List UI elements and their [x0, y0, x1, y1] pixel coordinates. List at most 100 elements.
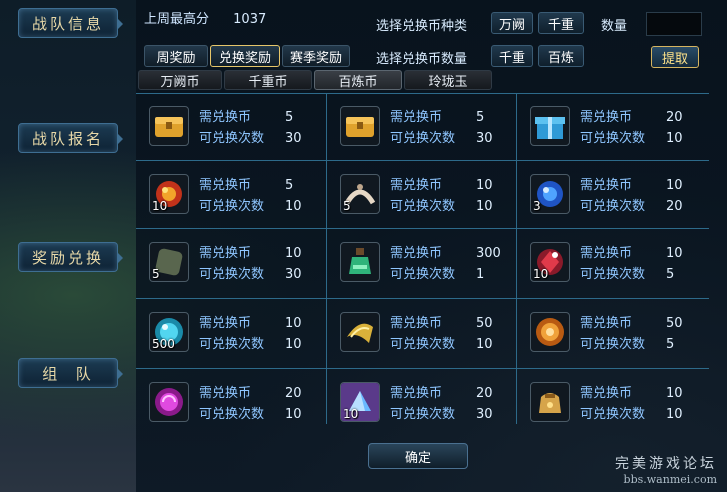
quantity-input[interactable] — [646, 12, 702, 36]
moon-rune-stone-icon[interactable]: 5 — [149, 242, 189, 282]
exchange-times-label: 可兑换次数 — [390, 407, 456, 422]
confirm-button[interactable]: 确定 — [368, 443, 468, 469]
exchange-item-cell[interactable]: 需兑换币 50 可兑换次数 10 — [327, 300, 517, 368]
purple-spirit-orb-icon[interactable] — [149, 382, 189, 422]
nav-reward-exchange-label: 奖励兑换 — [31, 248, 104, 267]
required-coins-value: 300 — [476, 246, 501, 261]
coin-tab-linglong[interactable]: 玲珑玉 — [404, 70, 492, 90]
exchange-item-cell[interactable]: 10 需兑换币 20 可兑换次数 30 — [327, 370, 517, 438]
tab-weekly-reward[interactable]: 周奖励 — [144, 45, 208, 67]
exchange-times-value: 10 — [285, 337, 302, 352]
exchange-times-label: 可兑换次数 — [199, 267, 265, 282]
coin-type-label: 选择兑换币种类 — [376, 19, 468, 34]
required-coins-label: 需兑换币 — [199, 178, 252, 193]
exchange-times: 可兑换次数 10 — [199, 403, 302, 422]
exchange-item-cell[interactable]: 需兑换币 300 可兑换次数 1 — [327, 230, 517, 298]
nav-reward-exchange[interactable]: 奖励兑换 — [18, 242, 123, 272]
coin-count-qianzhong[interactable]: 千重 — [491, 45, 533, 67]
required-coins: 需兑换币 5 — [199, 106, 293, 125]
blue-crystal-icon[interactable]: 10 — [340, 382, 380, 422]
exchange-item-cell[interactable]: 5 需兑换币 10 可兑换次数 10 — [327, 162, 517, 230]
exchange-item-cell[interactable]: 需兑换币 20 可兑换次数 10 — [517, 94, 707, 162]
exchange-times-value: 30 — [285, 131, 302, 146]
exchange-item-cell[interactable]: 需兑换币 10 可兑换次数 10 — [517, 370, 707, 438]
required-coins-label: 需兑换币 — [580, 178, 633, 193]
coin-count-bailian[interactable]: 百炼 — [538, 45, 584, 67]
tab-exchange-reward[interactable]: 兑换奖励 — [210, 45, 280, 67]
coin-tab-qianzhong[interactable]: 千重币 — [224, 70, 312, 90]
exchange-times: 可兑换次数 10 — [199, 195, 302, 214]
red-gem-icon[interactable]: 10 — [530, 242, 570, 282]
exchange-item-grid: 需兑换币 5 可兑换次数 30 需兑换币 5 可兑换次数 30 需兑换币 20 可兑换次数 10 10 需… — [136, 93, 709, 424]
exchange-item-cell[interactable]: 10 需兑换币 5 可兑换次数 10 — [136, 162, 326, 230]
exchange-times-label: 可兑换次数 — [390, 337, 456, 352]
required-coins-value: 50 — [476, 316, 493, 331]
required-coins: 需兑换币 10 — [580, 242, 683, 261]
exchange-item-cell[interactable]: 需兑换币 50 可兑换次数 5 — [517, 300, 707, 368]
grid-divider — [136, 298, 709, 299]
fire-orb-icon[interactable]: 10 — [149, 174, 189, 214]
required-coins-label: 需兑换币 — [580, 246, 633, 261]
gold-pouch-icon[interactable] — [530, 382, 570, 422]
exchange-times-value: 10 — [476, 199, 493, 214]
required-coins: 需兑换币 300 — [390, 242, 501, 261]
required-coins: 需兑换币 10 — [580, 174, 683, 193]
nav-team-signup[interactable]: 战队报名 — [18, 123, 123, 153]
nav-team-info[interactable]: 战队信息 — [18, 8, 123, 38]
tab-season-reward[interactable]: 赛季奖励 — [282, 45, 350, 67]
exchange-item-cell[interactable]: 需兑换币 20 可兑换次数 10 — [136, 370, 326, 438]
coin-count-label: 选择兑换币数量 — [376, 52, 468, 67]
exchange-times-value: 10 — [285, 407, 302, 422]
exchange-times-label: 可兑换次数 — [580, 337, 646, 352]
exchange-item-cell[interactable]: 3 需兑换币 10 可兑换次数 20 — [517, 162, 707, 230]
quantity-label: 数量 — [601, 19, 628, 34]
blue-gift-box-icon[interactable] — [530, 106, 570, 146]
gold-chest-icon[interactable] — [149, 106, 189, 146]
required-coins-label: 需兑换币 — [390, 386, 443, 401]
coin-tab-wanque[interactable]: 万阙币 — [138, 70, 222, 90]
extract-button[interactable]: 提取 — [651, 46, 699, 68]
required-coins-label: 需兑换币 — [390, 316, 443, 331]
required-coins-value: 10 — [666, 246, 683, 261]
exchange-times: 可兑换次数 10 — [390, 195, 493, 214]
required-coins-label: 需兑换币 — [390, 178, 443, 193]
exchange-item-cell[interactable]: 需兑换币 5 可兑换次数 30 — [136, 94, 326, 162]
coin-type-qianzhong[interactable]: 千重 — [538, 12, 584, 34]
golden-scroll-icon[interactable] — [340, 312, 380, 352]
last-week-score-label: 上周最高分 — [144, 12, 210, 27]
green-potion-bottle-icon[interactable] — [340, 242, 380, 282]
exchange-times-label: 可兑换次数 — [580, 407, 646, 422]
gold-chest-icon[interactable] — [340, 106, 380, 146]
pearl-necklace-icon[interactable]: 5 — [340, 174, 380, 214]
side-nav: 战队信息 战队报名 奖励兑换 组 队 — [0, 0, 135, 492]
coin-tab-bailian[interactable]: 百炼币 — [314, 70, 402, 90]
exchange-item-cell[interactable]: 500 需兑换币 10 可兑换次数 10 — [136, 300, 326, 368]
nav-arrow-icon — [117, 133, 123, 145]
required-coins-label: 需兑换币 — [199, 246, 252, 261]
exchange-times-label: 可兑换次数 — [390, 199, 456, 214]
exchange-times-value: 30 — [476, 407, 493, 422]
exchange-times-label: 可兑换次数 — [199, 199, 265, 214]
required-coins: 需兑换币 20 — [390, 382, 493, 401]
cyan-spirit-orb-icon[interactable]: 500 — [149, 312, 189, 352]
required-coins-label: 需兑换币 — [199, 386, 252, 401]
nav-form-team[interactable]: 组 队 — [18, 358, 123, 388]
exchange-times: 可兑换次数 10 — [390, 333, 493, 352]
exchange-times: 可兑换次数 30 — [390, 127, 493, 146]
item-stack-count: 500 — [152, 337, 175, 351]
orange-spirit-orb-icon[interactable] — [530, 312, 570, 352]
exchange-times: 可兑换次数 5 — [580, 333, 674, 352]
required-coins: 需兑换币 20 — [199, 382, 302, 401]
required-coins-label: 需兑换币 — [580, 110, 633, 125]
exchange-times-label: 可兑换次数 — [199, 131, 265, 146]
exchange-item-cell[interactable]: 10 需兑换币 10 可兑换次数 5 — [517, 230, 707, 298]
blue-orb-icon[interactable]: 3 — [530, 174, 570, 214]
coin-type-wanque[interactable]: 万阙 — [491, 12, 533, 34]
exchange-item-cell[interactable]: 5 需兑换币 10 可兑换次数 30 — [136, 230, 326, 298]
exchange-item-cell[interactable]: 需兑换币 5 可兑换次数 30 — [327, 94, 517, 162]
required-coins-value: 20 — [476, 386, 493, 401]
required-coins: 需兑换币 20 — [580, 106, 683, 125]
exchange-times-label: 可兑换次数 — [199, 337, 265, 352]
exchange-times: 可兑换次数 30 — [199, 127, 302, 146]
watermark-title: 完美游戏论坛 — [615, 456, 717, 472]
